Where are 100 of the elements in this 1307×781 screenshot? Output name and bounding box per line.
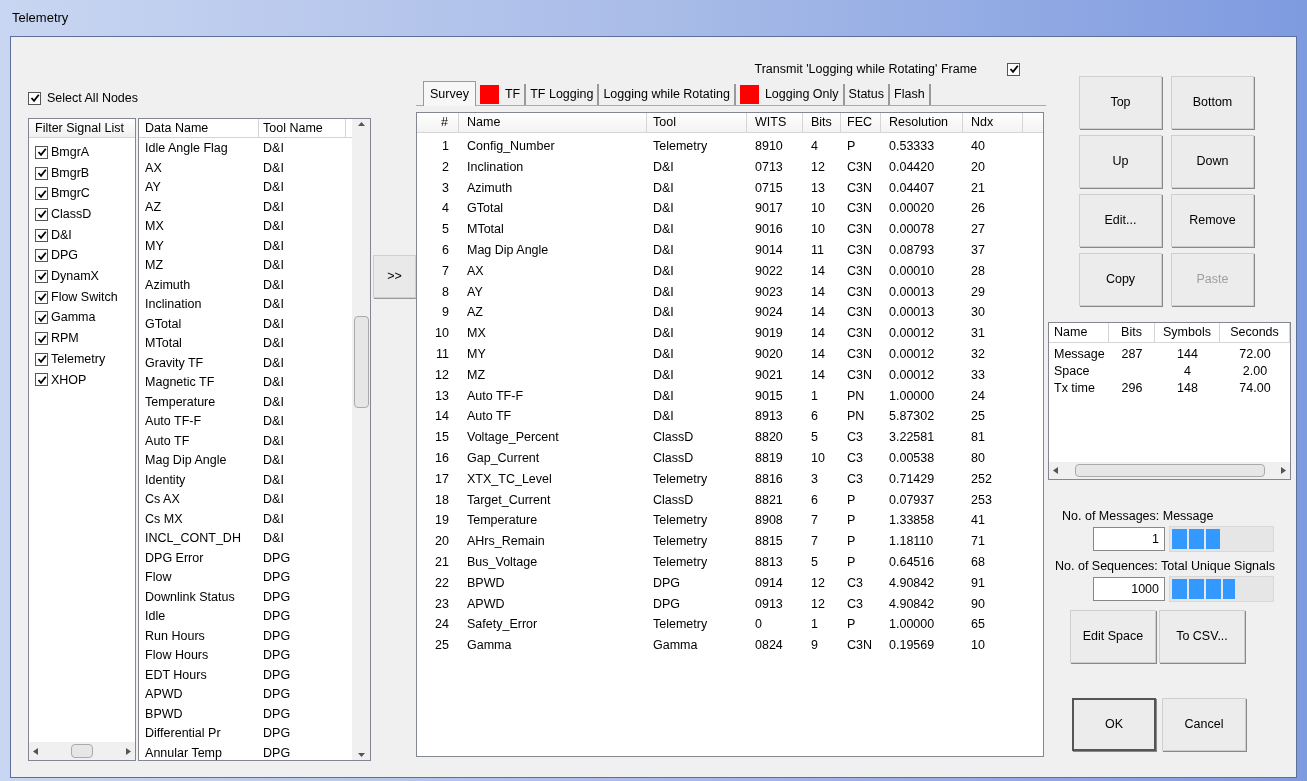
- list-cell[interactable]: Differential Pr: [139, 724, 260, 744]
- list-cell[interactable]: Downlink Status: [139, 587, 260, 607]
- button[interactable]: Edit...: [1079, 194, 1162, 247]
- list-cell[interactable]: AX: [139, 158, 260, 178]
- button[interactable]: Remove: [1171, 194, 1254, 247]
- list-cell[interactable]: Temperature: [139, 392, 260, 412]
- list-cell[interactable]: AY: [139, 178, 260, 198]
- column-header[interactable]: Symbols: [1155, 323, 1220, 342]
- button[interactable]: OK: [1072, 698, 1156, 751]
- list-cell[interactable]: Cs MX: [139, 509, 260, 529]
- list-cell[interactable]: Magnetic TF: [139, 373, 260, 393]
- list-cell[interactable]: Idle: [139, 607, 260, 627]
- list-cell[interactable]: D&I: [259, 373, 347, 393]
- button[interactable]: To CSV...: [1159, 610, 1245, 663]
- list-cell[interactable]: Inclination: [139, 295, 260, 315]
- list-cell[interactable]: D&I: [259, 295, 347, 315]
- list-cell[interactable]: APWD: [139, 685, 260, 705]
- checkbox[interactable]: [35, 269, 48, 283]
- list-cell[interactable]: Run Hours: [139, 626, 260, 646]
- column-header[interactable]: Tool: [647, 113, 747, 132]
- list-cell[interactable]: MX: [139, 217, 260, 237]
- list-cell[interactable]: D&I: [259, 470, 347, 490]
- list-cell[interactable]: D&I: [259, 431, 347, 451]
- button[interactable]: Down: [1171, 135, 1254, 188]
- list-cell[interactable]: Idle Angle Flag: [139, 139, 260, 159]
- list-cell[interactable]: DPG: [259, 704, 347, 724]
- scroll-left-icon[interactable]: [1053, 467, 1058, 474]
- number-field[interactable]: 1: [1093, 527, 1165, 551]
- list-cell[interactable]: BPWD: [139, 704, 260, 724]
- column-header[interactable]: WITS: [747, 113, 803, 132]
- checkbox[interactable]: [28, 91, 41, 105]
- list-cell[interactable]: D&I: [259, 509, 347, 529]
- list-cell[interactable]: Annular Temp: [139, 743, 260, 763]
- scroll-thumb[interactable]: [71, 744, 94, 758]
- list-cell[interactable]: D&I: [259, 334, 347, 354]
- list-cell[interactable]: MY: [139, 236, 260, 256]
- list-cell[interactable]: D&I: [259, 275, 347, 295]
- list-cell[interactable]: DPG Error: [139, 548, 260, 568]
- button[interactable]: Edit Space: [1070, 610, 1156, 663]
- column-header[interactable]: Data Name: [139, 119, 260, 137]
- list-cell[interactable]: Flow Hours: [139, 646, 260, 666]
- column-header[interactable]: Tool Name: [259, 119, 347, 137]
- list-cell[interactable]: DPG: [259, 724, 347, 744]
- list-cell[interactable]: DPG: [259, 568, 347, 588]
- list-cell[interactable]: D&I: [259, 412, 347, 432]
- number-field[interactable]: 1000: [1093, 577, 1165, 601]
- checkbox[interactable]: [35, 187, 48, 201]
- scroll-right-icon[interactable]: [1281, 467, 1286, 474]
- checkbox[interactable]: [35, 145, 48, 159]
- list-cell[interactable]: Flow: [139, 568, 260, 588]
- list-cell[interactable]: Mag Dip Angle: [139, 451, 260, 471]
- horizontal-scrollbar[interactable]: [1049, 462, 1290, 479]
- checkbox[interactable]: [35, 166, 48, 180]
- list-cell[interactable]: D&I: [259, 490, 347, 510]
- list-cell[interactable]: Cs AX: [139, 490, 260, 510]
- checkbox[interactable]: [35, 352, 48, 366]
- button[interactable]: Top: [1079, 76, 1162, 129]
- scroll-right-icon[interactable]: [126, 747, 132, 755]
- scroll-up-icon[interactable]: [357, 122, 365, 126]
- scroll-thumb[interactable]: [353, 316, 369, 408]
- checkbox[interactable]: [35, 311, 48, 325]
- column-header[interactable]: Resolution: [881, 113, 963, 132]
- list-cell[interactable]: DPG: [259, 665, 347, 685]
- list-cell[interactable]: D&I: [259, 353, 347, 373]
- list-cell[interactable]: D&I: [259, 236, 347, 256]
- tab[interactable]: Survey: [423, 81, 476, 106]
- checkbox[interactable]: [1007, 62, 1020, 76]
- list-cell[interactable]: Auto TF: [139, 431, 260, 451]
- list-cell[interactable]: DPG: [259, 548, 347, 568]
- horizontal-scrollbar[interactable]: [29, 742, 136, 760]
- scroll-down-icon[interactable]: [357, 753, 365, 757]
- list-cell[interactable]: D&I: [259, 451, 347, 471]
- list-cell[interactable]: MTotal: [139, 334, 260, 354]
- column-header[interactable]: Name: [1049, 323, 1109, 342]
- column-header[interactable]: Seconds: [1220, 323, 1290, 342]
- button[interactable]: Up: [1079, 135, 1162, 188]
- list-cell[interactable]: DPG: [259, 685, 347, 705]
- list-cell[interactable]: MZ: [139, 256, 260, 276]
- checkbox[interactable]: [35, 290, 48, 304]
- column-header[interactable]: #: [417, 113, 459, 132]
- list-cell[interactable]: EDT Hours: [139, 665, 260, 685]
- list-cell[interactable]: D&I: [259, 217, 347, 237]
- checkbox[interactable]: [35, 207, 48, 221]
- list-cell[interactable]: D&I: [259, 529, 347, 549]
- vertical-scrollbar[interactable]: [352, 119, 370, 760]
- button[interactable]: Cancel: [1162, 698, 1246, 751]
- column-header[interactable]: Ndx: [963, 113, 1023, 132]
- list-cell[interactable]: Azimuth: [139, 275, 260, 295]
- list-cell[interactable]: D&I: [259, 197, 347, 217]
- list-cell[interactable]: D&I: [259, 392, 347, 412]
- list-cell[interactable]: D&I: [259, 139, 347, 159]
- column-header[interactable]: Name: [459, 113, 647, 132]
- add-button[interactable]: >>: [373, 255, 416, 298]
- scroll-thumb[interactable]: [1074, 464, 1265, 477]
- column-header[interactable]: FEC: [841, 113, 881, 132]
- list-cell[interactable]: Identity: [139, 470, 260, 490]
- button[interactable]: Bottom: [1171, 76, 1254, 129]
- list-cell[interactable]: DPG: [259, 587, 347, 607]
- list-cell[interactable]: DPG: [259, 743, 347, 763]
- list-cell[interactable]: GTotal: [139, 314, 260, 334]
